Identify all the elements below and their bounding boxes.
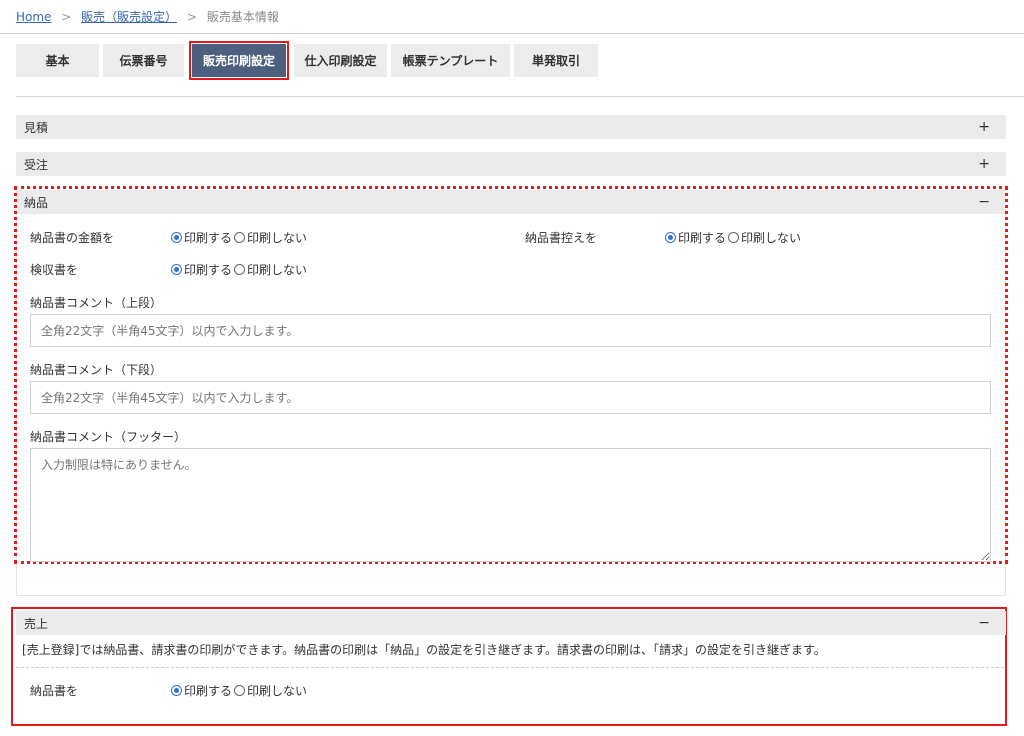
radio-selected-icon[interactable] — [171, 685, 182, 696]
radio-unselected-icon[interactable] — [234, 232, 246, 243]
option-label: 印刷する — [184, 263, 233, 277]
comment-top-label: 納品書コメント（上段） — [30, 296, 163, 310]
sales-invoice-label: 納品書を — [30, 684, 79, 698]
tab-one-off-transaction[interactable]: 単発取引 — [514, 44, 598, 77]
sales-note: [売上登録]では納品書、請求書の印刷ができます。納品書の印刷は「納品」の設定を引… — [22, 643, 826, 657]
comment-bottom-label: 納品書コメント（下段） — [30, 363, 163, 377]
section-order-header[interactable]: 受注 + — [16, 152, 1006, 176]
sales-invoice-print-option[interactable]: 印刷する — [171, 682, 232, 699]
delivery-copy-no-print-option[interactable]: 印刷しない — [728, 229, 801, 246]
sales-divider — [16, 667, 1004, 668]
breadcrumb-separator: > — [187, 10, 198, 24]
comment-footer-label: 納品書コメント（フッター） — [30, 430, 187, 444]
delivery-amount-no-print-option[interactable]: 印刷しない — [234, 229, 307, 246]
option-label: 印刷する — [678, 231, 727, 245]
sales-invoice-radio-group: 印刷する 印刷しない — [171, 682, 309, 699]
expand-icon[interactable]: + — [978, 156, 990, 172]
comment-top-input[interactable] — [30, 314, 991, 347]
option-label: 印刷しない — [247, 263, 308, 277]
inspection-print-option[interactable]: 印刷する — [171, 261, 232, 278]
section-quote-title: 見積 — [24, 120, 49, 135]
delivery-amount-label: 納品書の金額を — [30, 231, 115, 245]
option-label: 印刷しない — [247, 684, 308, 698]
delivery-copy-print-option[interactable]: 印刷する — [665, 229, 726, 246]
radio-unselected-icon[interactable] — [234, 685, 246, 696]
radio-unselected-icon[interactable] — [234, 264, 246, 275]
tab-basic[interactable]: 基本 — [16, 44, 99, 77]
collapse-icon[interactable]: − — [978, 615, 990, 631]
header-divider — [0, 33, 1024, 34]
breadcrumb-home-link[interactable]: Home — [16, 10, 51, 24]
option-label: 印刷しない — [247, 231, 308, 245]
delivery-copy-radio-group: 印刷する 印刷しない — [665, 229, 803, 246]
tab-form-template[interactable]: 帳票テンプレート — [391, 44, 510, 77]
comment-footer-textarea[interactable] — [30, 448, 991, 562]
inspection-label: 検収書を — [30, 263, 79, 277]
delivery-amount-radio-group: 印刷する 印刷しない — [171, 229, 309, 246]
breadcrumb: Home > 販売（販売設定） > 販売基本情報 — [16, 8, 279, 25]
radio-selected-icon[interactable] — [171, 232, 182, 243]
breadcrumb-parent-link[interactable]: 販売（販売設定） — [81, 10, 177, 24]
section-order-title: 受注 — [24, 157, 49, 172]
breadcrumb-current: 販売基本情報 — [206, 10, 279, 24]
delivery-copy-label: 納品書控えを — [525, 231, 598, 245]
breadcrumb-separator: > — [61, 10, 72, 24]
option-label: 印刷する — [184, 231, 233, 245]
option-label: 印刷する — [184, 684, 233, 698]
sales-invoice-no-print-option[interactable]: 印刷しない — [234, 682, 307, 699]
section-sales-title: 売上 — [24, 616, 49, 631]
radio-selected-icon[interactable] — [665, 232, 676, 243]
tab-divider — [16, 96, 1024, 97]
radio-selected-icon[interactable] — [171, 264, 182, 275]
expand-icon[interactable]: + — [978, 119, 990, 135]
section-quote-header[interactable]: 見積 + — [16, 115, 1006, 139]
radio-unselected-icon[interactable] — [728, 232, 740, 243]
tab-purchase-print-settings[interactable]: 仕入印刷設定 — [294, 44, 387, 77]
comment-bottom-input[interactable] — [30, 381, 991, 414]
section-sales-header[interactable]: 売上 − — [16, 611, 1006, 635]
tab-sales-print-settings[interactable]: 販売印刷設定 — [189, 41, 289, 80]
tab-slip-number[interactable]: 伝票番号 — [103, 44, 184, 77]
inspection-no-print-option[interactable]: 印刷しない — [234, 261, 307, 278]
option-label: 印刷しない — [741, 231, 802, 245]
tab-bar: 基本 伝票番号 販売印刷設定 仕入印刷設定 帳票テンプレート 単発取引 — [16, 41, 598, 80]
inspection-radio-group: 印刷する 印刷しない — [171, 261, 309, 278]
delivery-amount-print-option[interactable]: 印刷する — [171, 229, 232, 246]
